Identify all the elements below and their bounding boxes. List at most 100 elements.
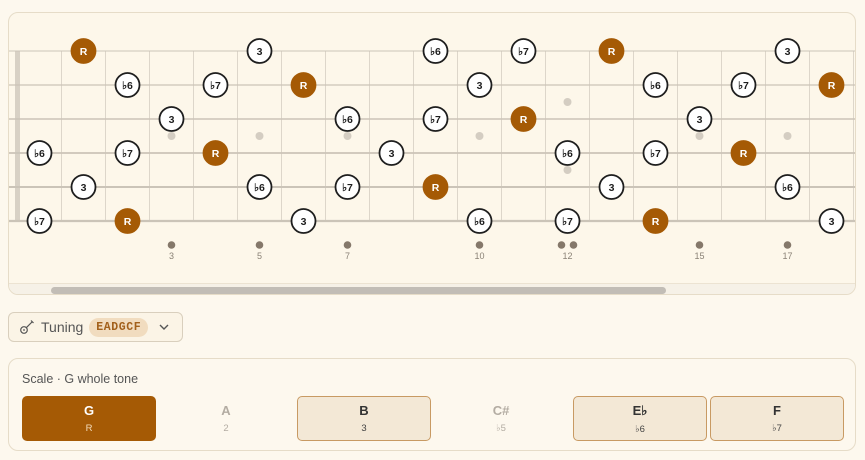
note-label: ♭7	[738, 80, 749, 92]
fret-note[interactable]: 3	[70, 174, 97, 200]
fret-note[interactable]: ♭7	[554, 208, 581, 234]
fret-note[interactable]: 3	[466, 72, 493, 98]
fret-note[interactable]: ♭6	[334, 106, 361, 132]
note-label: 3	[257, 46, 263, 58]
note-label: ♭7	[342, 182, 353, 194]
fret-note[interactable]: ♭6	[114, 72, 141, 98]
scale-note-button[interactable]: GR	[22, 396, 156, 441]
scale-note-button[interactable]: F ♭7	[710, 396, 844, 441]
fret-note[interactable]: ♭6	[422, 38, 449, 64]
fret-note[interactable]: 3	[598, 174, 625, 200]
nut	[15, 51, 20, 221]
fret-note[interactable]: R	[818, 72, 845, 98]
fret-marker-dot	[569, 241, 578, 249]
note-interval: 2	[223, 423, 229, 434]
fret-note[interactable]: ♭6	[26, 140, 53, 166]
fret-note[interactable]: R	[290, 72, 317, 98]
inlay-dot	[783, 132, 792, 140]
fret-note[interactable]: 3	[686, 106, 713, 132]
fret-note[interactable]: 3	[378, 140, 405, 166]
chevron-down-icon	[159, 324, 169, 330]
note-label: ♭7	[430, 114, 441, 126]
fret-note[interactable]: ♭6	[774, 174, 801, 200]
fret-note[interactable]: 3	[158, 106, 185, 132]
fret-note[interactable]: 3	[818, 208, 845, 234]
note-interval: ♭6	[635, 423, 645, 435]
note-label: 3	[389, 148, 395, 160]
fret-note[interactable]: R	[422, 174, 449, 200]
scale-note-button[interactable]: E♭ ♭6	[573, 396, 707, 441]
fret-note[interactable]: ♭6	[642, 72, 669, 98]
inlay-dot	[695, 132, 704, 140]
scale-title: Scale · G whole tone	[22, 372, 139, 386]
note-label: R	[828, 80, 836, 92]
fret-number: 17	[782, 251, 792, 261]
scale-panel: Scale · G whole tone G R A 2 B 3 C# ♭5 E♭ ♭6 F ♭7	[8, 358, 856, 451]
scale-note-button[interactable]: C# ♭5	[434, 396, 568, 441]
guitar-icon	[20, 320, 34, 334]
fret-note[interactable]: 3	[290, 208, 317, 234]
note-label: ♭6	[430, 46, 441, 58]
fret-note[interactable]: 3	[246, 38, 273, 64]
fret-note[interactable]: R	[510, 106, 537, 132]
fret-note[interactable]: ♭6	[246, 174, 273, 200]
fret-note[interactable]: ♭6	[554, 140, 581, 166]
tuning-selector[interactable]: Tuning EADGCF	[8, 312, 183, 342]
fret-note[interactable]: 3	[774, 38, 801, 64]
note-label: ♭6	[650, 80, 661, 92]
note-label: 3	[301, 216, 307, 228]
note-label: R	[652, 216, 660, 228]
fret-note[interactable]: ♭7	[510, 38, 537, 64]
scale-note-button[interactable]: B3	[297, 396, 431, 441]
fret-number: 7	[345, 251, 350, 261]
note-label: ♭6	[34, 148, 45, 160]
note-label: R	[432, 182, 440, 194]
fret-number: 3	[169, 251, 174, 261]
fret-note[interactable]: R	[598, 38, 625, 64]
note-name: B	[359, 403, 369, 418]
fret-number: 5	[257, 251, 262, 261]
note-label: R	[520, 114, 528, 126]
note-label: 3	[81, 182, 87, 194]
fretboard[interactable]: 3571012151719R3♭6♭7R3♭6♭7R3♭6♭7R3♭6♭7R3♭…	[9, 13, 856, 283]
note-interval: ♭5	[496, 423, 506, 434]
note-label: ♭7	[518, 46, 529, 58]
note-label: R	[608, 46, 616, 58]
fret-note[interactable]: R	[642, 208, 669, 234]
fret-note[interactable]: ♭7	[114, 140, 141, 166]
fret-note[interactable]: R	[70, 38, 97, 64]
note-label: ♭6	[474, 216, 485, 228]
note-name: G	[83, 403, 95, 418]
fret-note[interactable]: ♭7	[26, 208, 53, 234]
fret-note[interactable]: ♭7	[202, 72, 229, 98]
note-label: R	[212, 148, 220, 160]
fret-note[interactable]: R	[202, 140, 229, 166]
fret-note[interactable]: ♭7	[730, 72, 757, 98]
inlay-dot	[255, 132, 264, 140]
note-name: C#	[492, 403, 510, 418]
note-interval: R	[85, 423, 93, 434]
note-interval: 3	[361, 423, 367, 434]
note-label: R	[80, 46, 88, 58]
note-name: E♭	[632, 402, 648, 418]
scale-note-button[interactable]: A2	[159, 396, 293, 441]
note-label: ♭6	[342, 114, 353, 126]
fret-note[interactable]: R	[114, 208, 141, 234]
note-label: 3	[785, 46, 791, 58]
inlay-dot	[343, 132, 352, 140]
fret-note[interactable]: ♭7	[422, 106, 449, 132]
fret-note[interactable]: ♭7	[334, 174, 361, 200]
fret-note[interactable]: ♭7	[642, 140, 669, 166]
horizontal-scrollbar[interactable]	[9, 283, 855, 294]
scrollbar-thumb[interactable]	[51, 287, 666, 294]
fret-note[interactable]: R	[730, 140, 757, 166]
note-label: ♭7	[34, 216, 45, 228]
fret-note[interactable]: ♭6	[466, 208, 493, 234]
fret-marker-dot	[475, 241, 484, 249]
note-label: ♭6	[562, 148, 573, 160]
note-name: F	[773, 403, 781, 418]
note-label: ♭6	[122, 80, 133, 92]
inlay-dot	[563, 166, 572, 174]
note-label: ♭6	[254, 182, 265, 194]
inlay-dot	[475, 132, 484, 140]
